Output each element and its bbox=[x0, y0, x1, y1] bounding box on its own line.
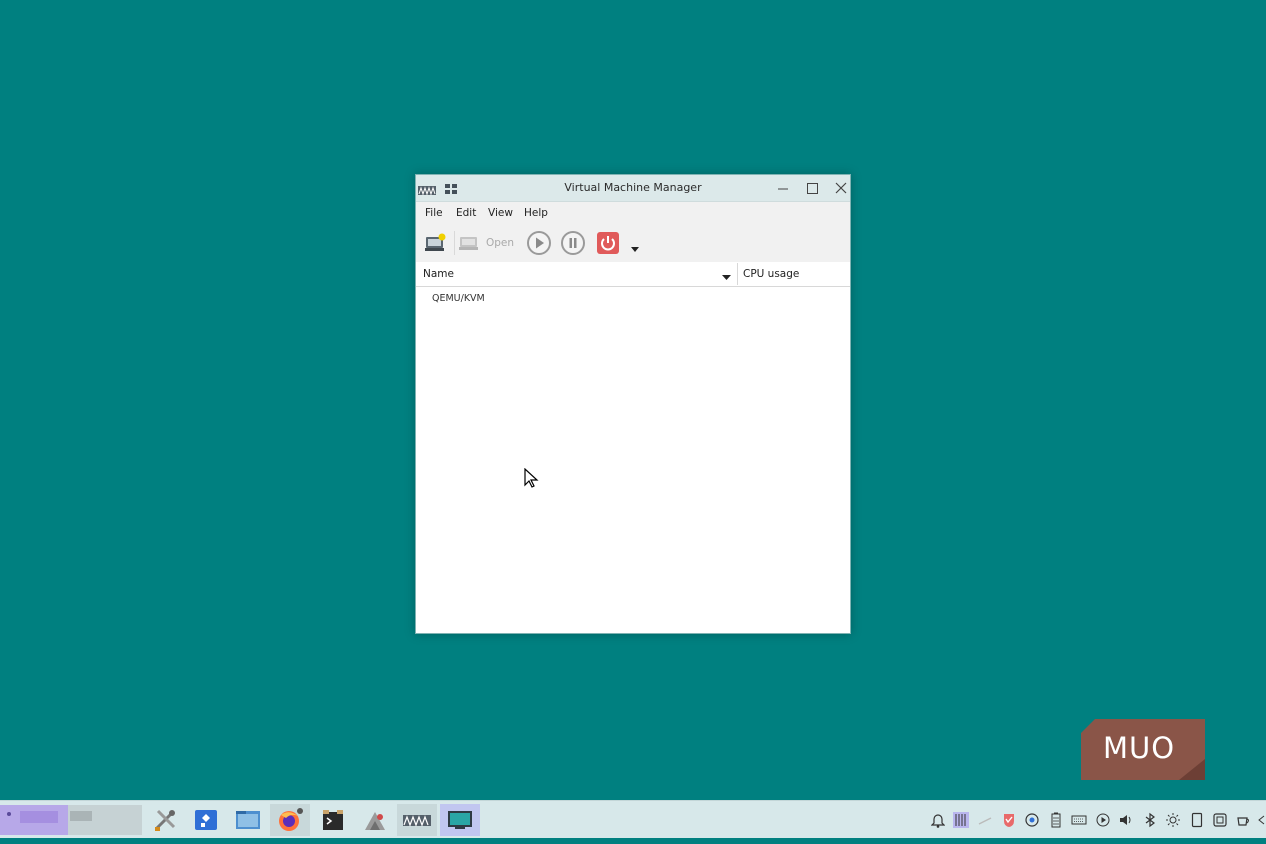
pause-button[interactable] bbox=[560, 230, 586, 260]
column-header: Name CPU usage bbox=[416, 262, 850, 287]
open-button-label[interactable]: Open bbox=[486, 237, 514, 249]
column-name[interactable]: Name bbox=[423, 268, 454, 280]
menu-view[interactable]: View bbox=[488, 207, 513, 219]
coffee-icon[interactable] bbox=[1236, 812, 1252, 828]
antivirus-icon[interactable] bbox=[1001, 812, 1017, 828]
sort-arrow-icon[interactable] bbox=[722, 272, 731, 284]
open-button[interactable] bbox=[459, 234, 481, 256]
pager-window-thumb bbox=[20, 811, 58, 823]
bluetooth-icon[interactable] bbox=[1142, 812, 1158, 828]
keyboard-icon[interactable] bbox=[1071, 812, 1087, 828]
volume-icon[interactable] bbox=[1118, 812, 1134, 828]
taskbar bbox=[0, 800, 1266, 839]
pager-dot bbox=[7, 812, 11, 816]
tablet-icon[interactable] bbox=[1189, 812, 1205, 828]
menu-help[interactable]: Help bbox=[524, 207, 548, 219]
maximize-button[interactable] bbox=[801, 178, 823, 198]
close-button[interactable] bbox=[830, 178, 852, 198]
column-divider[interactable] bbox=[737, 263, 738, 285]
watermark-text: MUO bbox=[1103, 731, 1176, 765]
mouse-cursor-icon bbox=[523, 467, 539, 492]
screenshot-icon[interactable] bbox=[1212, 812, 1228, 828]
taskbar-bottom-edge bbox=[0, 838, 1266, 844]
terminal-icon bbox=[323, 810, 343, 830]
updates-icon[interactable] bbox=[1024, 812, 1040, 828]
menubar: File Edit View Help bbox=[416, 202, 850, 224]
shutdown-dropdown-arrow[interactable] bbox=[630, 239, 640, 258]
run-button[interactable] bbox=[526, 230, 552, 260]
more-icon[interactable] bbox=[1256, 812, 1266, 828]
file-manager-taskbar-button[interactable] bbox=[228, 804, 268, 836]
column-cpu-usage[interactable]: CPU usage bbox=[743, 268, 799, 280]
virt-manager-icon bbox=[403, 815, 431, 827]
virtual-display-taskbar-button[interactable] bbox=[440, 804, 480, 836]
notifications-icon[interactable] bbox=[930, 812, 946, 828]
terminal-taskbar-button[interactable] bbox=[313, 804, 353, 836]
titlebar[interactable]: Virtual Machine Manager bbox=[416, 175, 850, 202]
network-icon[interactable] bbox=[977, 812, 993, 828]
media-icon[interactable] bbox=[1095, 812, 1111, 828]
menu-edit[interactable]: Edit bbox=[456, 207, 476, 219]
virt-manager-taskbar-button[interactable] bbox=[397, 804, 437, 836]
pager-window-thumb-2 bbox=[70, 811, 92, 821]
menu-file[interactable]: File bbox=[425, 207, 443, 219]
settings-taskbar-button[interactable] bbox=[145, 804, 185, 836]
vm-list[interactable]: QEMU/KVM bbox=[416, 287, 850, 633]
firefox-taskbar-button[interactable] bbox=[270, 804, 310, 836]
minimize-button[interactable] bbox=[772, 178, 794, 198]
new-vm-icon bbox=[425, 233, 446, 251]
virtual-display-icon bbox=[448, 811, 472, 829]
shutdown-button[interactable] bbox=[596, 231, 620, 259]
power-icon bbox=[597, 232, 619, 254]
installer-icon bbox=[365, 812, 385, 830]
firefox-icon bbox=[279, 808, 303, 831]
open-vm-icon bbox=[459, 237, 478, 250]
toolbar-separator bbox=[454, 231, 455, 255]
battery-icon[interactable] bbox=[1048, 812, 1064, 828]
muo-watermark: MUO bbox=[1081, 719, 1205, 780]
list-item[interactable]: QEMU/KVM bbox=[432, 293, 485, 304]
desktop-pager[interactable] bbox=[0, 805, 142, 835]
clipboard-tray-icon[interactable] bbox=[953, 812, 969, 828]
file-manager-icon bbox=[236, 811, 260, 829]
new-vm-button[interactable] bbox=[425, 233, 447, 257]
software-center-icon bbox=[195, 810, 217, 830]
chevron-down-icon bbox=[631, 247, 639, 252]
pause-icon bbox=[561, 231, 585, 255]
software-center-taskbar-button[interactable] bbox=[186, 804, 226, 836]
toolbar: Open bbox=[416, 224, 850, 262]
brightness-icon[interactable] bbox=[1165, 812, 1181, 828]
play-icon bbox=[527, 231, 551, 255]
virt-manager-window: Virtual Machine Manager File Edit View H… bbox=[415, 174, 851, 634]
settings-icon bbox=[154, 809, 176, 831]
installer-taskbar-button[interactable] bbox=[355, 804, 395, 836]
